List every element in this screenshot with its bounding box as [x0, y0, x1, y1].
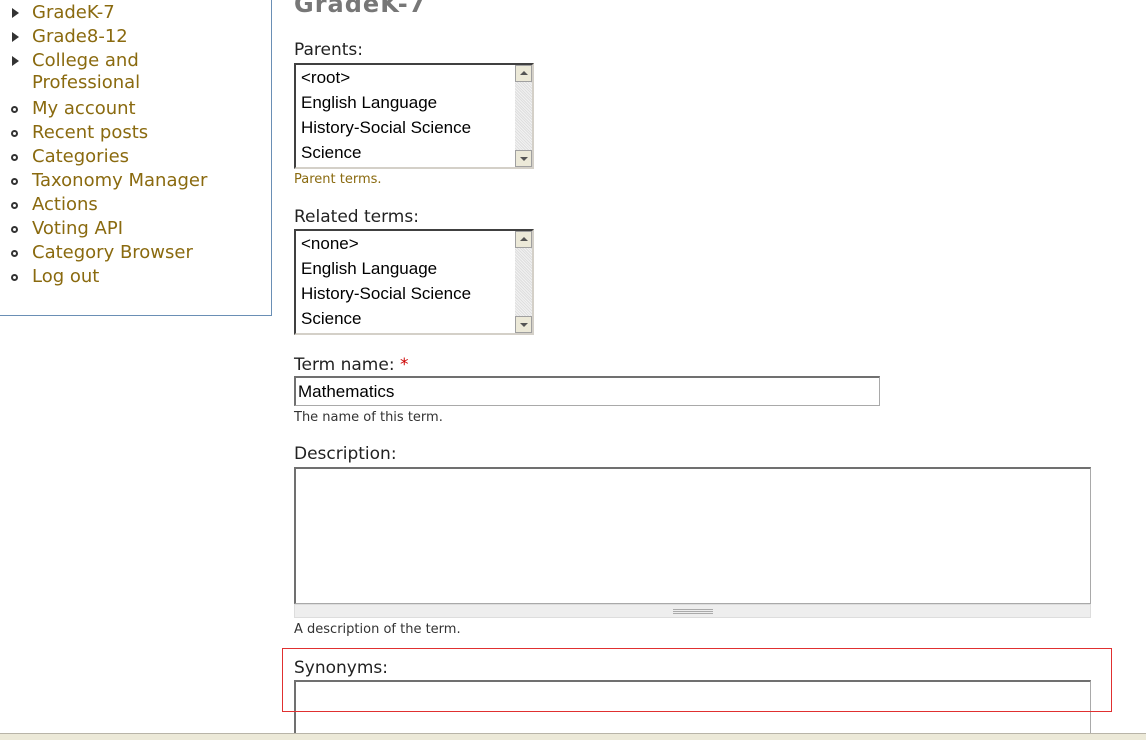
sidebar-link-taxonomy-manager[interactable]: Taxonomy Manager — [32, 170, 232, 192]
sidebar-item-recent-posts[interactable]: Recent posts — [0, 122, 232, 146]
term-name-label: Term name: * — [294, 355, 408, 375]
related-option[interactable]: History-Social Science — [296, 281, 532, 306]
triangle-right-icon — [12, 56, 19, 66]
description-label: Description: — [294, 444, 397, 464]
scroll-up-arrow-icon[interactable] — [515, 231, 532, 248]
sidebar-item-taxonomy-manager[interactable]: Taxonomy Manager — [0, 170, 232, 194]
bullet-icon — [11, 202, 18, 209]
bullet-icon — [11, 178, 18, 185]
scroll-down-arrow-icon[interactable] — [515, 316, 532, 333]
synonyms-label: Synonyms: — [294, 658, 389, 678]
parents-listbox[interactable]: <root> English Language History-Social S… — [294, 63, 534, 169]
sidebar-link-gradek-7[interactable]: GradeK-7 — [32, 2, 232, 24]
related-option[interactable]: English Language — [296, 256, 532, 281]
sidebar-item-my-account[interactable]: My account — [0, 98, 232, 122]
sidebar-link-log-out[interactable]: Log out — [32, 266, 232, 288]
parents-scrollbar[interactable] — [515, 65, 532, 167]
sidebar-link-my-account[interactable]: My account — [32, 98, 232, 120]
bullet-icon — [11, 226, 18, 233]
sidebar-link-categories[interactable]: Categories — [32, 146, 232, 168]
sidebar-nav: GradeK-7 Grade8-12 College and Professio… — [0, 0, 272, 316]
parents-help: Parent terms. — [294, 172, 382, 187]
related-terms-listbox[interactable]: <none> English Language History-Social S… — [294, 229, 534, 335]
sidebar-item-actions[interactable]: Actions — [0, 194, 232, 218]
browser-status-bar — [0, 733, 1146, 740]
term-name-label-text: Term name: — [294, 355, 395, 375]
term-name-input[interactable]: Mathematics — [294, 376, 880, 406]
textarea-resize-handle[interactable] — [294, 604, 1091, 618]
term-name-help: The name of this term. — [294, 410, 443, 425]
sidebar-item-gradek-7[interactable]: GradeK-7 — [0, 2, 232, 26]
scroll-down-arrow-icon[interactable] — [515, 150, 532, 167]
sidebar-link-recent-posts[interactable]: Recent posts — [32, 122, 232, 144]
bullet-icon — [11, 130, 18, 137]
scroll-up-arrow-icon[interactable] — [515, 65, 532, 82]
parents-option[interactable]: English Language — [296, 90, 532, 115]
related-option[interactable]: <none> — [296, 231, 532, 256]
sidebar-link-grade8-12[interactable]: Grade8-12 — [32, 26, 232, 48]
page-title: GradeK-7 — [294, 0, 427, 18]
triangle-right-icon — [12, 32, 19, 42]
sidebar-link-college[interactable]: College and Professional — [32, 50, 172, 94]
sidebar-item-category-browser[interactable]: Category Browser — [0, 242, 232, 266]
description-help: A description of the term. — [294, 622, 461, 637]
related-terms-label: Related terms: — [294, 207, 419, 227]
parents-option[interactable]: Science — [296, 140, 532, 165]
parents-option[interactable]: History-Social Science — [296, 115, 532, 140]
sidebar-link-actions[interactable]: Actions — [32, 194, 232, 216]
synonyms-textarea[interactable] — [294, 680, 1091, 740]
triangle-right-icon — [12, 8, 19, 18]
related-option[interactable]: Science — [296, 306, 532, 331]
sidebar-link-voting-api[interactable]: Voting API — [32, 218, 232, 240]
parents-label: Parents: — [294, 40, 364, 60]
sidebar-item-log-out[interactable]: Log out — [0, 266, 232, 290]
sidebar-item-categories[interactable]: Categories — [0, 146, 232, 170]
description-textarea[interactable] — [294, 467, 1091, 604]
nav-list: GradeK-7 Grade8-12 College and Professio… — [0, 2, 232, 290]
sidebar-link-category-browser[interactable]: Category Browser — [32, 242, 232, 264]
bullet-icon — [11, 106, 18, 113]
related-scrollbar[interactable] — [515, 231, 532, 333]
sidebar-item-voting-api[interactable]: Voting API — [0, 218, 232, 242]
sidebar-item-college[interactable]: College and Professional — [0, 50, 232, 98]
sidebar-item-grade8-12[interactable]: Grade8-12 — [0, 26, 232, 50]
bullet-icon — [11, 154, 18, 161]
required-marker: * — [399, 355, 409, 375]
parents-option[interactable]: <root> — [296, 65, 532, 90]
bullet-icon — [11, 250, 18, 257]
bullet-icon — [11, 274, 18, 281]
resize-grip-icon — [673, 609, 713, 614]
